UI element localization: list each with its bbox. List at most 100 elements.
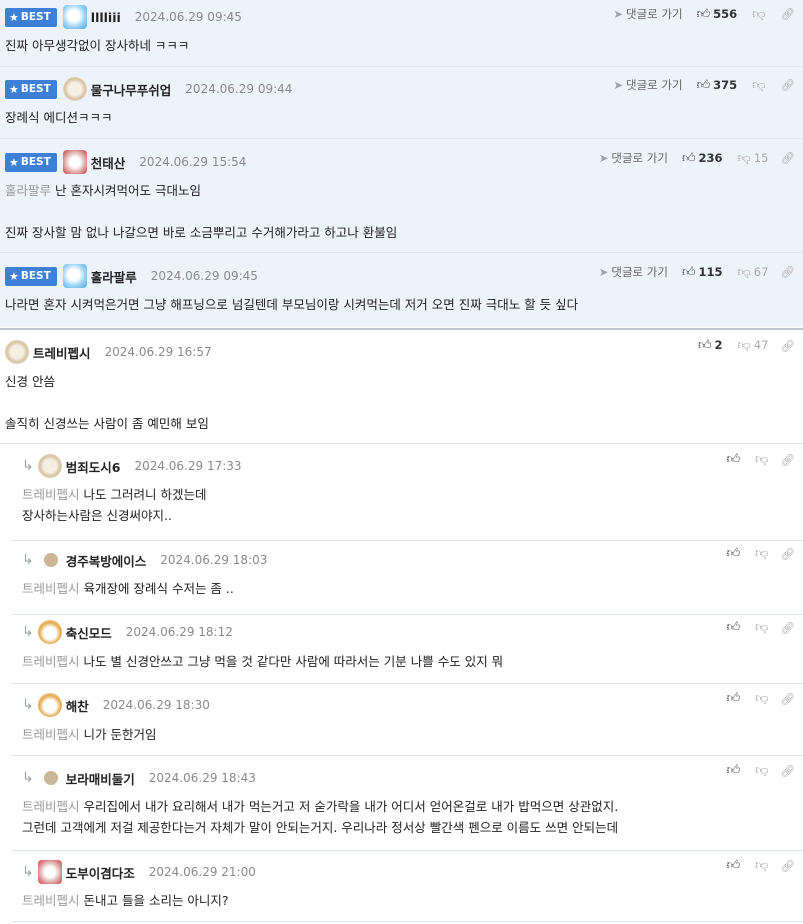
best-badge: ★ BEST	[5, 79, 57, 99]
timestamp: 2024.06.29 09:45	[134, 10, 242, 24]
comment-body: 신경 안씀 솔직히 신경쓰는 사람이 좀 예민해 보임	[5, 374, 209, 431]
thumbs-up-icon: 👍︎	[696, 6, 711, 22]
link-icon[interactable]: 🔗︎	[780, 7, 795, 21]
reply-arrow-icon: ↳	[22, 697, 34, 713]
downvote-button[interactable]: 👎︎	[752, 858, 768, 873]
nickname[interactable]: 홀라팔루	[91, 267, 137, 286]
link-icon[interactable]: 🔗︎	[780, 78, 795, 92]
upvote-button[interactable]: 👍︎ 236	[682, 151, 723, 166]
comment-body: 장례식 에디션ㅋㅋㅋ	[5, 110, 113, 125]
thumbs-down-icon: 👎︎	[755, 763, 769, 778]
thumbs-up-icon: 👍︎	[681, 150, 696, 166]
best-badge: ★ BEST	[5, 152, 57, 172]
avatar[interactable]	[62, 77, 87, 101]
link-icon[interactable]: 🔗︎	[780, 151, 795, 165]
best-label: BEST	[20, 11, 51, 23]
downvote-button[interactable]: 👎︎	[749, 7, 768, 22]
upvote-button[interactable]: 👍︎	[727, 452, 741, 467]
downvote-count: 15	[753, 150, 769, 165]
upvote-button[interactable]: 👍︎	[727, 691, 741, 706]
link-icon[interactable]: 🔗︎	[780, 453, 795, 467]
reply-body: 트레비펩시 니가 둔한거임	[22, 727, 157, 742]
reply-body: 트레비펩시 우리집에서 내가 요리해서 내가 먹는거고 저 숟가락을 내가 어디서…	[22, 799, 619, 835]
avatar[interactable]	[43, 771, 58, 785]
downvote-button[interactable]: 👎︎	[749, 78, 768, 93]
upvote-button[interactable]: 👍︎	[727, 763, 741, 778]
thumbs-down-icon: 👎︎	[752, 6, 766, 22]
timestamp: 2024.06.29 09:45	[150, 269, 258, 283]
downvote-button[interactable]: 👎︎	[752, 691, 768, 706]
upvote-count: 556	[713, 6, 738, 21]
upvote-button[interactable]: 👍︎ 2	[698, 338, 723, 353]
downvote-count: 47	[753, 338, 769, 352]
avatar[interactable]	[37, 454, 62, 478]
nickname[interactable]: 트레비펩시	[33, 343, 91, 362]
nickname[interactable]: lllliii	[91, 10, 121, 25]
avatar[interactable]	[43, 553, 58, 567]
downvote-button[interactable]: 👎︎	[752, 620, 768, 635]
nickname[interactable]: 보라매비둘기	[66, 769, 135, 788]
upvote-button[interactable]: 👍︎	[727, 546, 741, 561]
reply-arrow-icon: ↳	[22, 458, 34, 474]
upvote-button[interactable]: 👍︎	[727, 858, 741, 873]
avatar[interactable]	[62, 5, 87, 29]
timestamp: 2024.06.29 18:12	[125, 625, 233, 639]
nickname[interactable]: 물구나무푸쉬업	[91, 80, 172, 99]
avatar[interactable]	[62, 264, 87, 288]
mention[interactable]: 홀라팔루	[5, 183, 51, 198]
best-comment: ★ BEST 천태산 2024.06.29 15:54 ➤ 댓글로 가기 👍︎ 236…	[0, 139, 803, 253]
reply: ↳ 범죄도시6 2024.06.29 17:33 👍︎ 👎︎ 🔗︎ 트레비펩시 나…	[0, 444, 803, 540]
mention[interactable]: 트레비펩시	[22, 581, 80, 596]
reply-body: 트레비펩시 육개장에 장례식 수저는 좀 ..	[22, 581, 234, 596]
link-icon[interactable]: 🔗︎	[780, 859, 795, 873]
goto-reply-link[interactable]: ➤ 댓글로 가기	[613, 77, 682, 93]
thumbs-up-icon: 👍︎	[697, 338, 712, 353]
comment-body: 진짜 아무생각없이 장사하네 ㅋㅋㅋ	[5, 38, 190, 53]
link-icon[interactable]: 🔗︎	[780, 621, 795, 635]
thumbs-down-icon: 👎︎	[737, 150, 751, 166]
link-icon[interactable]: 🔗︎	[780, 547, 795, 561]
avatar[interactable]	[37, 620, 62, 644]
nickname[interactable]: 범죄도시6	[66, 457, 121, 476]
reply: ↳ 해찬 2024.06.29 18:30 👍︎ 👎︎ 🔗︎ 트레비펩시 니가 둔…	[0, 684, 803, 755]
nickname[interactable]: 천태산	[91, 153, 126, 172]
goto-reply-link[interactable]: ➤ 댓글로 가기	[613, 6, 682, 22]
avatar[interactable]	[5, 340, 29, 364]
downvote-button[interactable]: 👎︎	[752, 452, 768, 467]
link-icon[interactable]: 🔗︎	[780, 692, 795, 706]
upvote-button[interactable]: 👍︎ 556	[697, 7, 738, 22]
mention[interactable]: 트레비펩시	[22, 893, 80, 908]
upvote-button[interactable]: 👍︎ 375	[697, 78, 738, 93]
nickname[interactable]: 경주복방에이스	[66, 551, 147, 570]
upvote-count: 115	[698, 264, 723, 279]
downvote-button[interactable]: 👎︎	[752, 546, 768, 561]
downvote-button[interactable]: 👎︎ 15	[735, 151, 769, 166]
downvote-button[interactable]: 👎︎	[752, 763, 768, 778]
downvote-button[interactable]: 👎︎ 67	[735, 265, 769, 280]
mention[interactable]: 트레비펩시	[22, 654, 80, 669]
thumbs-down-icon: 👎︎	[755, 858, 769, 873]
avatar[interactable]	[37, 693, 62, 717]
goto-reply-link[interactable]: ➤ 댓글로 가기	[599, 150, 668, 166]
best-badge: ★ BEST	[5, 266, 57, 286]
goto-reply-link[interactable]: ➤ 댓글로 가기	[599, 264, 668, 280]
reply: ↳ 축신모드 2024.06.29 18:12 👍︎ 👎︎ 🔗︎ 트레비펩시 나도…	[0, 615, 803, 683]
best-comment: ★ BEST 홀라팔루 2024.06.29 09:45 ➤ 댓글로 가기 👍︎ 11…	[0, 253, 803, 327]
upvote-button[interactable]: 👍︎	[727, 620, 741, 635]
thumbs-up-icon: 👍︎	[681, 264, 696, 280]
mention[interactable]: 트레비펩시	[22, 799, 80, 814]
nickname[interactable]: 해찬	[66, 696, 89, 715]
avatar[interactable]	[62, 150, 87, 174]
reply: ↳ 도부이겸다조 2024.06.29 21:00 👍︎ 👎︎ 🔗︎ 트레비펩시…	[0, 851, 803, 924]
link-icon[interactable]: 🔗︎	[780, 339, 795, 353]
nickname[interactable]: 축신모드	[66, 623, 112, 642]
mention[interactable]: 트레비펩시	[22, 727, 80, 742]
link-icon[interactable]: 🔗︎	[780, 265, 795, 279]
avatar[interactable]	[37, 860, 62, 884]
nickname[interactable]: 도부이겸다조	[66, 863, 135, 882]
mention[interactable]: 트레비펩시	[22, 487, 80, 502]
upvote-button[interactable]: 👍︎ 115	[682, 265, 723, 280]
downvote-button[interactable]: 👎︎ 47	[735, 338, 769, 353]
thumbs-down-icon: 👎︎	[755, 620, 769, 635]
link-icon[interactable]: 🔗︎	[780, 764, 795, 778]
